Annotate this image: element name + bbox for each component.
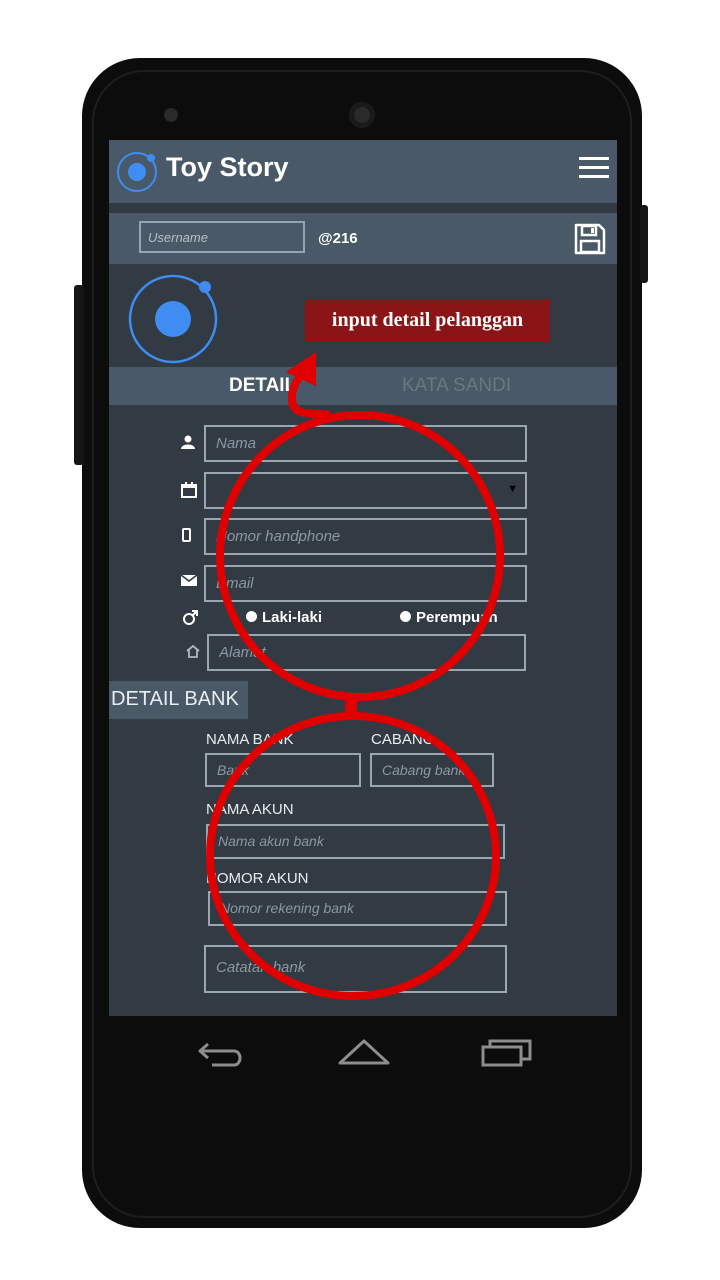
annotation-overlay: [206, 352, 504, 1000]
annotation-callout-text: input detail pelanggan: [331, 309, 524, 331]
